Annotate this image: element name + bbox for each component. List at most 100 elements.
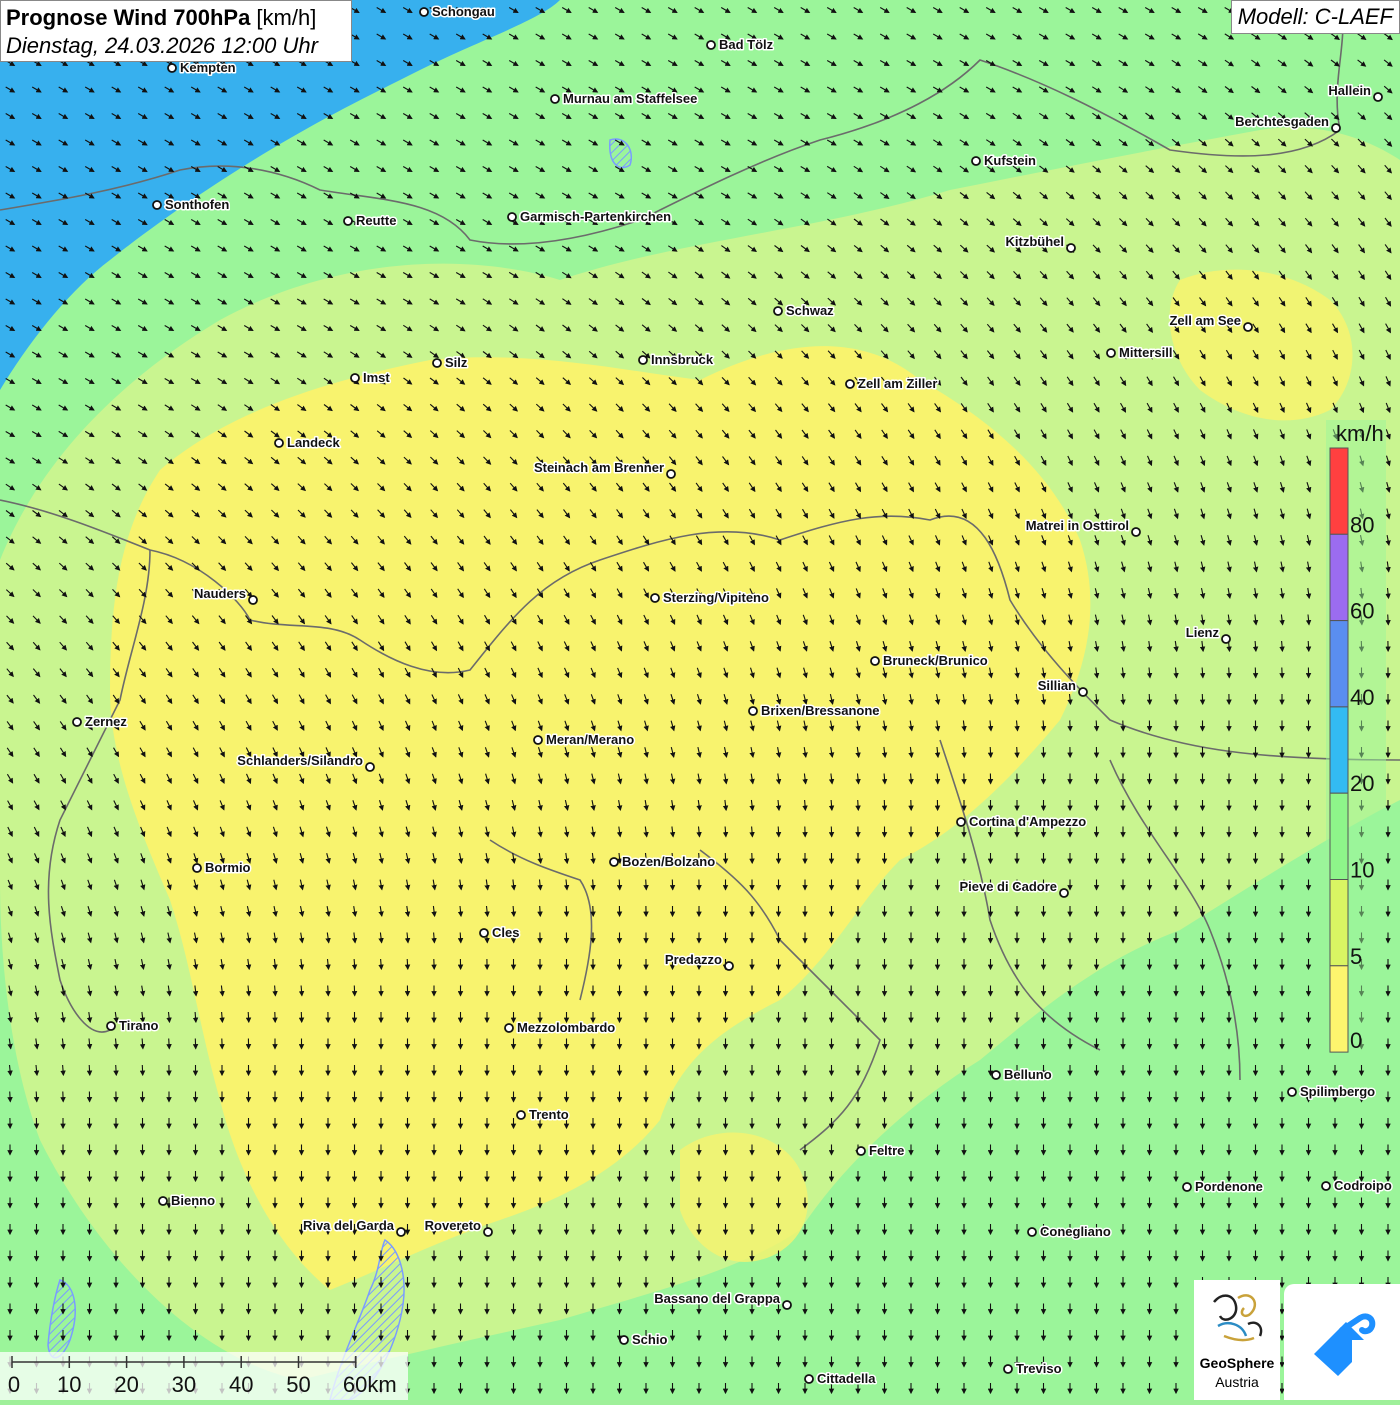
city-label: Conegliano xyxy=(1040,1224,1111,1239)
city-label: Predazzo xyxy=(665,952,722,967)
city-label: Garmisch-Partenkirchen xyxy=(520,209,671,224)
wind-app-logo[interactable] xyxy=(1284,1284,1400,1400)
city-marker[interactable]: Sterzing/Vipiteno xyxy=(651,590,769,605)
city-label: Pordenone xyxy=(1195,1179,1263,1194)
wind-arrow xyxy=(937,774,938,784)
legend-color-segment xyxy=(1330,880,1348,966)
city-label: Schwaz xyxy=(786,303,834,318)
map-title-box: Prognose Wind 700hPa [km/h] Dienstag, 24… xyxy=(0,0,352,62)
wind-arrow xyxy=(619,880,620,890)
city-dot xyxy=(505,1024,513,1032)
legend-color-bar xyxy=(1330,448,1348,1052)
scale-label: 40 xyxy=(229,1372,253,1397)
wind-arrow xyxy=(407,959,408,969)
city-label: Berchtesgaden xyxy=(1235,114,1329,129)
city-label: Nauders xyxy=(194,586,246,601)
logo-area: GeoSphere Austria xyxy=(1194,1280,1400,1400)
city-label: Bassano del Grappa xyxy=(654,1291,780,1306)
geosphere-logo[interactable]: GeoSphere Austria xyxy=(1194,1280,1280,1400)
city-dot xyxy=(73,718,81,726)
city-label: Kitzbühel xyxy=(1006,234,1065,249)
scale-label: 60km xyxy=(343,1372,397,1397)
city-dot xyxy=(1004,1365,1012,1373)
city-dot xyxy=(707,41,715,49)
city-marker[interactable]: Sonthofen xyxy=(153,197,229,212)
city-marker[interactable]: Meran/Merano xyxy=(534,732,634,747)
map-datetime: Dienstag, 24.03.2026 12:00 Uhr xyxy=(6,32,346,60)
city-label: Kempten xyxy=(180,60,236,75)
legend-color-segment xyxy=(1330,534,1348,620)
model-label: Modell: C-LAEF xyxy=(1231,0,1400,34)
wind-arrow xyxy=(1308,641,1309,651)
city-dot xyxy=(1067,244,1075,252)
city-marker[interactable]: Cortina d'Ampezzo xyxy=(957,814,1086,829)
city-label: Imst xyxy=(363,370,390,385)
city-label: Landeck xyxy=(287,435,341,450)
city-dot xyxy=(1132,528,1140,536)
city-marker[interactable]: Schongau xyxy=(420,4,495,19)
city-label: Reutte xyxy=(356,213,396,228)
wind-arrow xyxy=(858,800,859,810)
scale-label: 0 xyxy=(8,1372,20,1397)
city-dot xyxy=(484,1228,492,1236)
city-marker[interactable]: Bruneck/Brunico xyxy=(871,653,988,668)
legend-tick-label: 5 xyxy=(1350,944,1362,969)
legend-color-segment xyxy=(1330,966,1348,1052)
city-marker[interactable]: Zell am Ziller xyxy=(846,376,937,391)
city-dot xyxy=(871,657,879,665)
wind-arrow xyxy=(169,1039,170,1049)
city-dot xyxy=(1288,1088,1296,1096)
wind-arrow xyxy=(328,986,329,996)
city-marker[interactable]: Spilimbergo xyxy=(1288,1084,1375,1099)
legend-color-segment xyxy=(1330,448,1348,534)
city-dot xyxy=(1028,1228,1036,1236)
legend-tick-label: 40 xyxy=(1350,685,1374,710)
geosphere-country: Austria xyxy=(1194,1374,1280,1390)
city-marker[interactable]: Innsbruck xyxy=(639,352,714,367)
city-marker[interactable]: Garmisch-Partenkirchen xyxy=(508,209,671,224)
scale-label: 20 xyxy=(114,1372,138,1397)
wind-arrow xyxy=(990,747,991,757)
city-dot xyxy=(857,1147,865,1155)
city-dot xyxy=(480,929,488,937)
scale-bar-graphic: 0102030405060km xyxy=(0,1352,408,1400)
city-marker[interactable]: Mezzolombardo xyxy=(505,1020,615,1035)
city-label: Treviso xyxy=(1016,1361,1062,1376)
legend-tick-label: 80 xyxy=(1350,512,1374,537)
wind-arrow xyxy=(1149,694,1150,704)
forecast-map[interactable]: Schongau Bad Tölz Kempten Murnau am Staffel… xyxy=(0,0,1400,1400)
city-label: Kufstein xyxy=(984,153,1036,168)
city-label: Bad Tölz xyxy=(719,37,774,52)
scale-bar: 0102030405060km xyxy=(0,1352,408,1400)
city-marker[interactable]: Pordenone xyxy=(1183,1179,1263,1194)
city-dot xyxy=(351,374,359,382)
wind-arrow xyxy=(10,1092,11,1102)
city-label: Tirano xyxy=(119,1018,159,1033)
city-label: Steinach am Brenner xyxy=(534,460,664,475)
legend-tick-label: 20 xyxy=(1350,771,1374,796)
map-title-unit: [km/h] xyxy=(250,5,316,30)
legend-tick-label: 60 xyxy=(1350,599,1374,624)
city-dot xyxy=(610,858,618,866)
city-dot xyxy=(433,359,441,367)
city-label: Spilimbergo xyxy=(1300,1084,1375,1099)
city-dot xyxy=(749,707,757,715)
city-dot xyxy=(366,763,374,771)
city-label: Zell am Ziller xyxy=(858,376,937,391)
city-dot xyxy=(1107,349,1115,357)
city-label: Meran/Merano xyxy=(546,732,634,747)
city-marker[interactable]: Conegliano xyxy=(1028,1224,1111,1239)
city-dot xyxy=(275,439,283,447)
city-dot xyxy=(517,1111,525,1119)
city-dot xyxy=(992,1071,1000,1079)
city-label: Rovereto xyxy=(425,1218,481,1233)
scale-label: 30 xyxy=(172,1372,196,1397)
city-label: Zernez xyxy=(85,714,127,729)
wind-arrow xyxy=(1070,721,1071,731)
city-dot xyxy=(1183,1183,1191,1191)
city-marker[interactable]: Brixen/Bressanone xyxy=(749,703,880,718)
city-marker[interactable]: Bozen/Bolzano xyxy=(610,854,715,869)
city-label: Schongau xyxy=(432,4,495,19)
city-label: Schio xyxy=(632,1332,667,1347)
city-marker[interactable]: Murnau am Staffelsee xyxy=(551,91,697,106)
